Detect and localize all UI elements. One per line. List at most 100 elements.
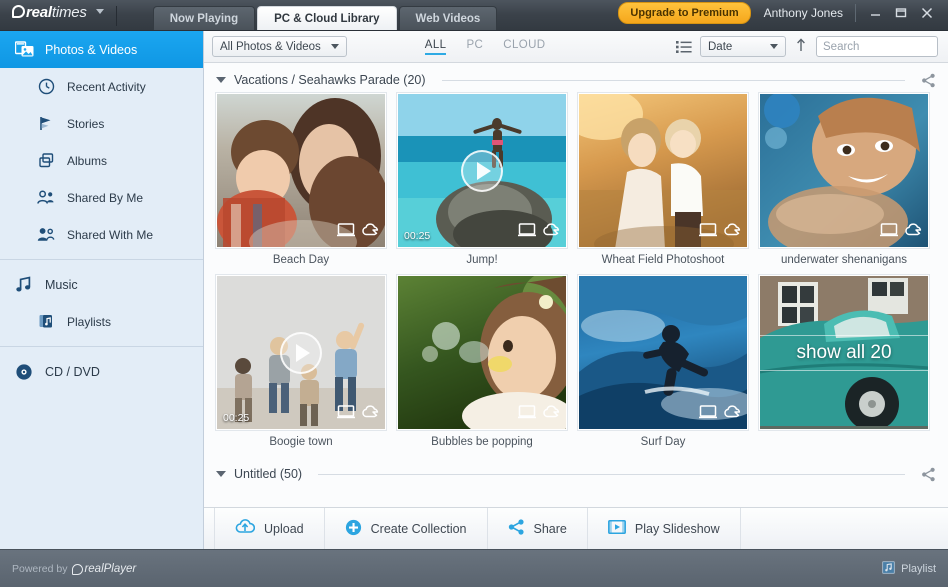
tab-web-videos[interactable]: Web Videos	[398, 6, 498, 30]
media-cell[interactable]: 00:25 Jump!	[397, 93, 567, 275]
play-button[interactable]	[280, 331, 322, 374]
playlist-label: Playlist	[901, 562, 936, 575]
tab-pc-cloud-library[interactable]: PC & Cloud Library	[257, 6, 397, 30]
stories-icon	[36, 114, 56, 134]
action-label: Create Collection	[370, 521, 467, 536]
collapse-triangle-icon[interactable]	[216, 77, 226, 83]
section-header-untitled: Untitled (50)	[216, 457, 936, 487]
upload-button[interactable]: Upload	[214, 508, 325, 549]
cloud-icon	[542, 405, 560, 424]
sort-by-dropdown[interactable]: Date	[700, 36, 786, 57]
sidebar-item-shared-by-me[interactable]: Shared By Me	[0, 179, 203, 216]
search-box[interactable]	[816, 36, 948, 57]
pc-icon	[337, 405, 355, 424]
sidebar-item-label: Albums	[67, 153, 108, 168]
divider	[318, 473, 905, 475]
shared-by-me-icon	[36, 188, 56, 208]
action-label: Play Slideshow	[634, 521, 720, 536]
cloud-icon	[361, 405, 379, 424]
source-filter-value: All Photos & Videos	[220, 40, 321, 53]
action-label: Upload	[264, 521, 304, 536]
thumbnail[interactable]	[397, 275, 567, 430]
create-collection-button[interactable]: Create Collection	[325, 508, 488, 549]
sidebar-item-albums[interactable]: Albums	[0, 142, 203, 179]
thumbnail[interactable]	[759, 93, 929, 248]
sidebar-item-label: Shared With Me	[67, 227, 154, 242]
maximize-button[interactable]	[888, 2, 914, 24]
thumbnail-overlay-icons	[337, 223, 379, 242]
search-input[interactable]	[823, 40, 948, 53]
title-bar-right: Upgrade to Premium Anthony Jones	[618, 0, 948, 30]
list-view-icon[interactable]	[676, 40, 692, 54]
pc-icon	[699, 223, 717, 242]
filter-pc[interactable]: PC	[466, 39, 483, 55]
logo-brand-main: real	[26, 3, 52, 21]
sidebar-item-playlists[interactable]: Playlists	[0, 303, 203, 340]
collapse-triangle-icon[interactable]	[216, 471, 226, 477]
realtimes-logo: realtimes	[12, 3, 87, 21]
media-cell[interactable]: underwater shenanigans	[759, 93, 929, 275]
sidebar-item-stories[interactable]: Stories	[0, 105, 203, 142]
media-cell[interactable]: 00:25 Boogie town	[216, 275, 386, 457]
sort-ascending-icon[interactable]	[794, 38, 808, 55]
chevron-down-icon[interactable]	[95, 9, 104, 14]
slideshow-icon	[607, 519, 626, 538]
source-filter-dropdown[interactable]: All Photos & Videos	[212, 36, 347, 57]
cloud-icon	[723, 405, 741, 424]
thumbnail[interactable]	[216, 93, 386, 248]
section-header-vacations: Vacations / Seahawks Parade (20)	[216, 63, 936, 93]
sidebar-item-cd-dvd[interactable]: CD / DVD	[0, 353, 203, 390]
sidebar-item-shared-with-me[interactable]: Shared With Me	[0, 216, 203, 253]
filter-cloud[interactable]: CLOUD	[503, 39, 545, 55]
thumbnail[interactable]: 00:25	[216, 275, 386, 430]
play-slideshow-button[interactable]: Play Slideshow	[588, 508, 741, 549]
disc-icon	[14, 362, 34, 382]
media-cell[interactable]: Wheat Field Photoshoot	[578, 93, 748, 275]
sidebar-divider	[0, 259, 203, 260]
title-bar: realtimes Now Playing PC & Cloud Library…	[0, 0, 948, 31]
sidebar-divider	[0, 346, 203, 347]
chevron-down-icon	[770, 44, 778, 49]
section-title[interactable]: Vacations / Seahawks Parade (20)	[234, 73, 426, 87]
media-cell[interactable]: Bubbles be popping	[397, 275, 567, 457]
sidebar-item-label: Shared By Me	[67, 190, 144, 205]
main-panel: All Photos & Videos ALL PC CLOUD Date Se…	[204, 31, 948, 549]
filter-all[interactable]: ALL	[424, 39, 447, 55]
show-all-overlay-label[interactable]: show all 20	[760, 334, 928, 371]
sidebar-item-music[interactable]: Music	[0, 266, 203, 303]
section-title[interactable]: Untitled (50)	[234, 467, 302, 481]
share-button[interactable]: Share	[488, 508, 588, 549]
toolbar-right: Date	[676, 36, 948, 57]
user-account-name[interactable]: Anthony Jones	[764, 6, 843, 20]
thumbnail-overlay-icons	[518, 223, 560, 242]
cloud-icon	[723, 223, 741, 242]
sidebar-item-recent-activity[interactable]: Recent Activity	[0, 68, 203, 105]
thumbnail[interactable]: 00:25	[397, 93, 567, 248]
close-button[interactable]	[914, 2, 940, 24]
cloud-icon	[542, 223, 560, 242]
share-icon[interactable]	[921, 73, 936, 88]
minimize-button[interactable]	[862, 2, 888, 24]
play-button[interactable]	[461, 149, 503, 192]
cloud-icon	[361, 223, 379, 242]
upgrade-to-premium-button[interactable]: Upgrade to Premium	[618, 1, 751, 24]
thumbnail[interactable]	[578, 93, 748, 248]
media-caption: Surf Day	[640, 436, 686, 448]
tab-now-playing[interactable]: Now Playing	[152, 6, 256, 30]
sidebar-item-label: CD / DVD	[45, 364, 100, 379]
media-cell[interactable]: Surf Day	[578, 275, 748, 457]
divider	[855, 3, 856, 22]
share-icon[interactable]	[921, 467, 936, 482]
thumbnail-show-all[interactable]: show all 20	[759, 275, 929, 430]
playlist-toggle-button[interactable]: Playlist	[882, 560, 936, 577]
thumbnail[interactable]	[578, 275, 748, 430]
app-brand[interactable]: realtimes	[0, 0, 116, 30]
sidebar-item-label: Music	[45, 277, 78, 292]
logo-brand-sub: times	[51, 3, 87, 21]
pc-icon	[699, 405, 717, 424]
media-cell[interactable]: Beach Day	[216, 93, 386, 275]
media-caption: Wheat Field Photoshoot	[601, 254, 725, 266]
sidebar-item-photos-videos[interactable]: Photos & Videos	[0, 31, 203, 68]
upload-cloud-icon	[235, 519, 256, 538]
media-cell-show-all[interactable]: show all 20	[759, 275, 929, 457]
